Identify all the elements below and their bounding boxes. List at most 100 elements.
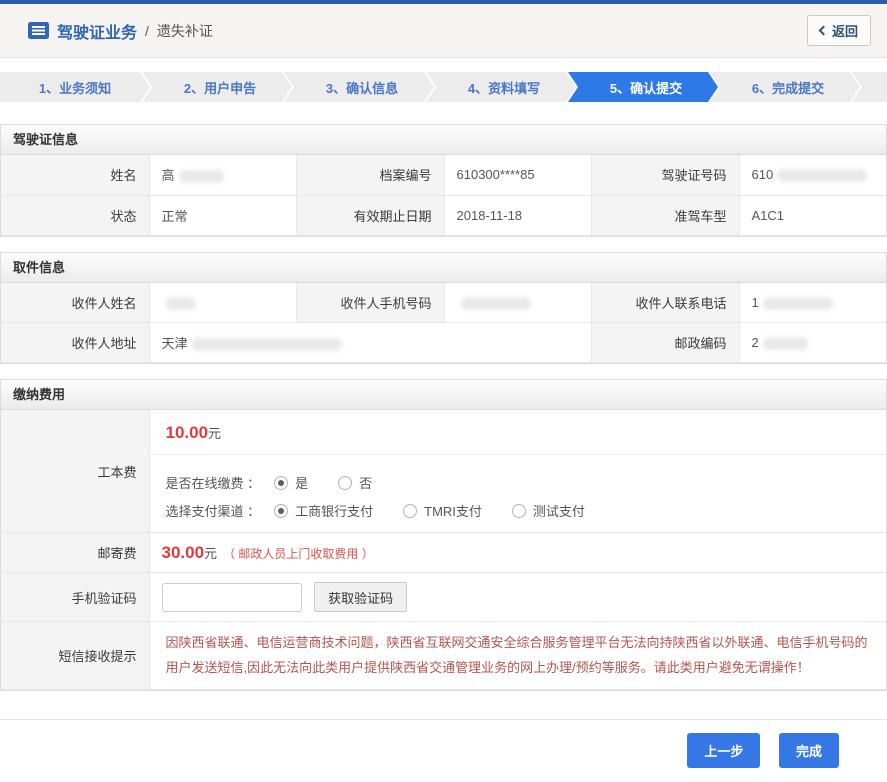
field-value: 1 [739, 283, 886, 323]
field-label: 姓名 [1, 155, 149, 195]
section-title: 缴纳费用 [1, 380, 886, 410]
field-label: 驾驶证号码 [591, 155, 739, 195]
price-unit: 元 [208, 426, 221, 441]
field-value: 正常 [149, 195, 296, 235]
field-value: 610 [739, 155, 886, 195]
get-captcha-button[interactable]: 获取验证码 [314, 582, 407, 612]
table-row: 姓名 高 档案编号 610300****85 驾驶证号码 610 [1, 155, 886, 195]
step-tab-6[interactable]: 6、完成提交 [710, 72, 860, 102]
redaction-blur [777, 169, 867, 182]
step-tab-5-active[interactable]: 5、确认提交 [568, 72, 718, 102]
field-label: 收件人联系电话 [591, 283, 739, 323]
field-label: 收件人姓名 [1, 283, 149, 323]
license-info-table: 姓名 高 档案编号 610300****85 驾驶证号码 610 状态 正常 有… [1, 155, 886, 236]
back-button-label: 返回 [832, 21, 858, 40]
field-label: 邮政编码 [591, 323, 739, 363]
radio-option-tmri[interactable]: TMRI支付 [403, 501, 482, 520]
field-label: 手机验证码 [1, 573, 149, 622]
radio-option-test[interactable]: 测试支付 [512, 501, 585, 520]
page-header: 驾驶证业务 / 遗失补证 返回 [0, 4, 887, 58]
table-row: 邮寄费 30.00元 （ 邮政人员上门收取费用 ） [1, 533, 886, 573]
step-label: 5、确认提交 [610, 78, 682, 97]
license-business-icon [28, 22, 49, 39]
field-value: A1C1 [739, 195, 886, 235]
field-value: 天津 [149, 323, 591, 363]
radio-unselected-icon[interactable] [512, 504, 526, 518]
pay-channel-question: 选择支付渠道 ： 工商银行支付 TMRI支付 测试支付 [166, 501, 871, 520]
redaction-blur [763, 297, 833, 310]
production-fee-amount: 10.00元 [150, 410, 887, 455]
step-label: 3、确认信息 [326, 78, 398, 97]
step-tab-2[interactable]: 2、用户申告 [142, 72, 292, 102]
field-label: 收件人手机号码 [296, 283, 444, 323]
price-value: 10.00 [166, 423, 209, 442]
sms-warning-text: 因陕西省联通、电信运营商技术问题，陕西省互联网交通安全综合服务管理平台无法向持陕… [150, 622, 887, 689]
step-label: 2、用户申告 [184, 78, 256, 97]
payment-options: 是否在线缴费 ： 是 否 选择支付渠道 ： [150, 455, 887, 532]
radio-unselected-icon[interactable] [338, 476, 352, 490]
question-label: 选择支付渠道 ： [166, 501, 261, 520]
fee-note: （ 邮政人员上门收取费用 ） [223, 547, 374, 561]
field-value: 2 [739, 323, 886, 363]
table-row: 工本费 10.00元 是否在线缴费 ： 是 否 [1, 410, 886, 533]
field-label: 邮寄费 [1, 533, 149, 573]
radio-label: 工商银行支付 [295, 501, 373, 520]
redaction-blur [192, 338, 342, 351]
field-value: 610300****85 [444, 155, 591, 195]
step-tab-1[interactable]: 1、业务须知 [0, 72, 150, 102]
field-value [149, 283, 296, 323]
radio-label: 测试支付 [533, 501, 585, 520]
mailing-fee-amount: 30.00元 （ 邮政人员上门收取费用 ） [149, 533, 886, 573]
section-title: 取件信息 [1, 253, 886, 283]
previous-step-button[interactable]: 上一步 [687, 733, 760, 768]
table-row: 收件人地址 天津 邮政编码 2 [1, 323, 886, 363]
question-label: 是否在线缴费 ： [166, 473, 261, 492]
back-button[interactable]: 返回 [807, 15, 871, 46]
table-row: 手机验证码 获取验证码 [1, 573, 886, 622]
step-tab-4[interactable]: 4、资料填写 [426, 72, 576, 102]
step-tab-3[interactable]: 3、确认信息 [284, 72, 434, 102]
field-label: 准驾车型 [591, 195, 739, 235]
price-value: 30.00 [162, 543, 205, 562]
field-label: 状态 [1, 195, 149, 235]
price-unit: 元 [204, 546, 217, 561]
fees-table: 工本费 10.00元 是否在线缴费 ： 是 否 [1, 410, 886, 690]
table-row: 收件人姓名 收件人手机号码 收件人联系电话 1 [1, 283, 886, 323]
breadcrumb-current: 遗失补证 [157, 21, 213, 41]
radio-option-yes[interactable]: 是 [274, 473, 308, 492]
radio-unselected-icon[interactable] [403, 504, 417, 518]
table-row: 状态 正常 有效期止日期 2018-11-18 准驾车型 A1C1 [1, 195, 886, 235]
step-label: 4、资料填写 [468, 78, 540, 97]
radio-label: 是 [295, 473, 308, 492]
section-title: 驾驶证信息 [1, 125, 886, 155]
chevron-left-icon [819, 26, 829, 36]
captcha-input[interactable] [162, 583, 302, 612]
redaction-blur [763, 337, 808, 350]
field-label: 短信接收提示 [1, 622, 149, 690]
radio-option-icbc[interactable]: 工商银行支付 [274, 501, 373, 520]
online-pay-question: 是否在线缴费 ： 是 否 [166, 473, 871, 492]
fees-section: 缴纳费用 工本费 10.00元 是否在线缴费 ： 是 [0, 379, 887, 691]
pickup-info-section: 取件信息 收件人姓名 收件人手机号码 收件人联系电话 1 收件人地址 天津 邮政… [0, 252, 887, 365]
step-label: 1、业务须知 [39, 78, 111, 97]
field-label: 档案编号 [296, 155, 444, 195]
field-value [444, 283, 591, 323]
radio-label: TMRI支付 [424, 501, 482, 520]
finish-button[interactable]: 完成 [779, 733, 839, 768]
pickup-info-table: 收件人姓名 收件人手机号码 收件人联系电话 1 收件人地址 天津 邮政编码 2 [1, 283, 886, 364]
step-label: 6、完成提交 [752, 78, 824, 97]
field-value: 高 [149, 155, 296, 195]
table-row: 短信接收提示 因陕西省联通、电信运营商技术问题，陕西省互联网交通安全综合服务管理… [1, 622, 886, 690]
radio-option-no[interactable]: 否 [338, 473, 372, 492]
license-info-section: 驾驶证信息 姓名 高 档案编号 610300****85 驾驶证号码 610 状… [0, 124, 887, 237]
radio-label: 否 [359, 473, 372, 492]
field-label: 收件人地址 [1, 323, 149, 363]
radio-selected-icon[interactable] [274, 476, 288, 490]
redaction-blur [179, 170, 224, 183]
redaction-blur [461, 297, 531, 310]
radio-selected-icon[interactable] [274, 504, 288, 518]
redaction-blur [166, 297, 196, 310]
field-value: 2018-11-18 [444, 195, 591, 235]
field-label: 工本费 [1, 410, 149, 533]
field-label: 有效期止日期 [296, 195, 444, 235]
